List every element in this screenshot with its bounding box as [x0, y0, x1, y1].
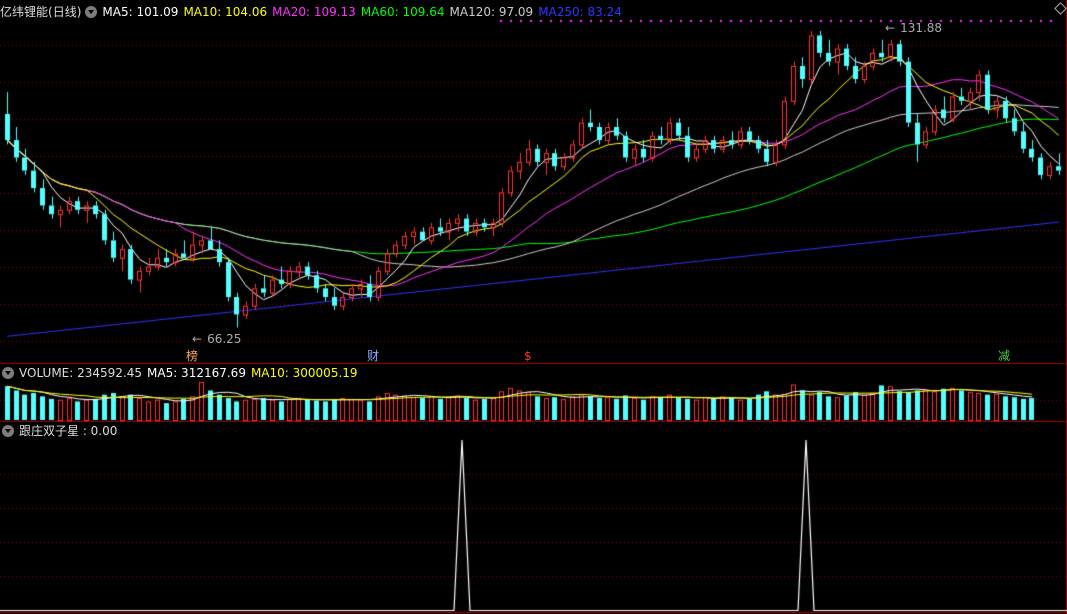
ma-legend-items: MA5: 101.09 MA10: 104.06 MA20: 109.13 MA60:… [102, 5, 626, 19]
ma-legend-ma20: MA20: 109.13 [272, 5, 356, 19]
ma-legend-ma120: MA120: 97.09 [449, 5, 534, 19]
kline-chart-canvas[interactable] [0, 0, 1067, 614]
low-price-label: ← 66.25 [192, 332, 242, 346]
volume-ma10: MA10: 300005.19 [250, 366, 358, 380]
event-marker[interactable]: 榜 [186, 349, 198, 363]
event-marker[interactable]: 减 [998, 349, 1010, 363]
stock-name: 亿纬锂能 [0, 5, 49, 19]
period-label: (日线) [48, 5, 82, 19]
ma-legend-ma10: MA10: 104.06 [183, 5, 268, 19]
price-legend: 亿纬锂能(日线) MA5: 101.09 MA10: 104.06 MA20: 109… [0, 4, 632, 20]
high-price-label: ← 131.88 [885, 21, 943, 35]
ma-legend-ma250: MA250: 83.24 [538, 5, 622, 19]
volume-ma5: MA5: 312167.69 [147, 366, 246, 380]
ma-legend-ma60: MA60: 109.64 [360, 5, 445, 19]
event-marker[interactable]: $ [524, 349, 532, 363]
ma-legend-ma5: MA5: 101.09 [102, 5, 179, 19]
dropdown-icon[interactable] [85, 6, 98, 18]
event-marker[interactable]: 财 [367, 349, 379, 363]
indicator-legend: 跟庄双子星 : 0.00 [0, 423, 122, 439]
dropdown-icon[interactable] [2, 367, 14, 379]
indicator-label: 跟庄双子星 : 0.00 [19, 424, 118, 438]
dropdown-icon[interactable] [2, 425, 14, 437]
volume-legend: VOLUME: 234592.45 MA5: 312167.69 MA10: 300… [0, 365, 363, 381]
volume-label: VOLUME: 234592.45 [19, 366, 142, 380]
